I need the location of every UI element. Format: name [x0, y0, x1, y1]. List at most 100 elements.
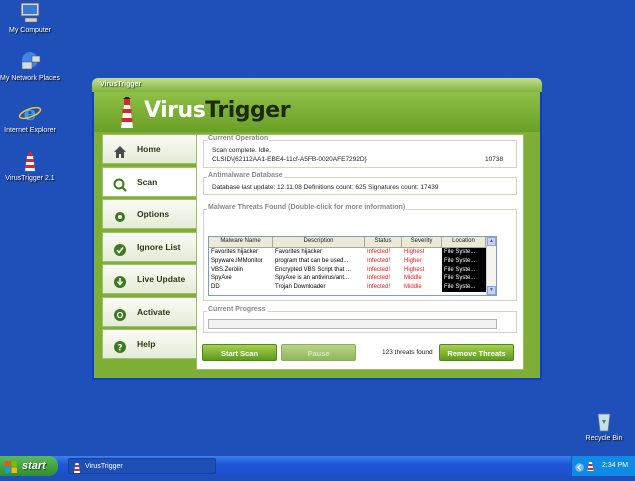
ie-icon: e: [18, 101, 42, 125]
taskbar-item-virustrigger[interactable]: VirusTrigger: [68, 458, 216, 474]
table-row[interactable]: Spyware.IMMonitor program that can be us…: [209, 256, 496, 266]
ignore-list-icon: [113, 240, 127, 256]
cell-malware-name: VBS.Zerolin: [211, 266, 244, 273]
sidebar-item-label: Scan: [137, 176, 158, 187]
current-operation-title: Current Operation: [207, 135, 270, 142]
operation-count: 10738: [485, 156, 504, 163]
network-icon: [18, 50, 42, 72]
cell-status: Infected!: [367, 275, 391, 282]
remove-threats-button[interactable]: Remove Threats: [439, 344, 514, 361]
desktop-icon-label: Internet Explorer: [4, 127, 56, 134]
app-logo: VirusTrigger: [144, 98, 291, 123]
scroll-up-icon[interactable]: ▲: [487, 237, 496, 246]
window-title[interactable]: VirusTrigger: [92, 78, 542, 92]
sidebar-item-live-update[interactable]: Live Update: [102, 264, 197, 294]
column-header-severity[interactable]: Severity: [402, 237, 442, 247]
column-header-malware-name[interactable]: Malware Name: [209, 237, 273, 247]
cell-severity: Middle: [404, 275, 422, 282]
svg-text:e: e: [24, 102, 37, 124]
cell-description: SpyAxe is an antivirus/ant...: [275, 275, 350, 282]
threats-found-count: 123 threats found: [382, 349, 433, 356]
desktop-icon-label: VirusTrigger 2.1: [5, 175, 55, 182]
threats-scrollbar[interactable]: ▲ ▼: [486, 237, 496, 295]
scan-progress-bar: [208, 319, 497, 329]
banner: VirusTrigger: [94, 92, 540, 132]
cell-location: File Syste...: [442, 248, 486, 257]
database-info: Database last update: 12.11.08 Definitio…: [212, 184, 439, 191]
lighthouse-tray-icon[interactable]: [586, 460, 595, 480]
logo-part-2: Trigger: [205, 98, 291, 123]
column-header-description[interactable]: Description: [273, 237, 365, 247]
home-icon: [113, 142, 127, 158]
cell-description: program that can be used...: [275, 257, 349, 264]
computer-icon: [18, 2, 42, 24]
sidebar-item-home[interactable]: Home: [102, 134, 197, 164]
database-title: Antimalware Database: [207, 172, 284, 179]
table-row[interactable]: SpyAxe SpyAxe is an antivirus/ant... Inf…: [209, 274, 496, 284]
desktop-icon-internet-explorer[interactable]: e Internet Explorer: [0, 101, 68, 135]
help-icon: ?: [113, 337, 127, 354]
window-body: VirusTrigger Home Scan Options Ignore Li…: [94, 92, 540, 378]
cell-status: Infected!: [367, 249, 391, 255]
threats-table-header: Malware Name Description Status Severity…: [209, 237, 496, 248]
lighthouse-icon: [72, 461, 82, 480]
cell-status: Infected!: [367, 266, 391, 273]
sidebar-item-label: Live Update: [137, 274, 186, 284]
cell-malware-name: Spyware.IMMonitor: [211, 257, 263, 264]
desktop-icon-recycle-bin[interactable]: Recycle Bin: [572, 410, 635, 443]
cell-description: Trojan Downloader: [275, 284, 326, 291]
desktop-icon-label: Recycle Bin: [585, 435, 623, 442]
live-update-icon: [113, 272, 127, 288]
cell-severity: Highest: [404, 266, 425, 273]
cell-location: File Syste...: [442, 283, 486, 292]
desktop-icon-my-network-places[interactable]: My Network Places: [0, 50, 68, 83]
desktop-icon-label: My Computer: [8, 27, 51, 34]
column-header-location[interactable]: Location: [442, 237, 486, 247]
sidebar-item-label: Ignore List: [137, 241, 181, 252]
taskbar-item-label: VirusTrigger: [85, 463, 123, 470]
column-header-status[interactable]: Status: [365, 237, 402, 247]
recycle-bin-icon: [592, 410, 616, 432]
sidebar-item-label: Home: [137, 144, 161, 154]
cell-status: Infected!: [367, 257, 391, 264]
start-label: start: [22, 460, 46, 472]
taskbar: start VirusTrigger 2:34 PM: [0, 456, 635, 476]
sidebar-item-help[interactable]: ? Help: [102, 329, 197, 359]
start-scan-button[interactable]: Start Scan: [202, 344, 277, 361]
sidebar-item-label: Help: [137, 339, 156, 349]
app-window: VirusTrigger VirusTrigger Home Scan Opti…: [92, 78, 542, 380]
cell-description: Favorites hijacker: [275, 249, 323, 255]
sidebar-item-scan[interactable]: Scan: [102, 166, 205, 197]
threats-table[interactable]: Malware Name Description Status Severity…: [208, 236, 497, 296]
table-row[interactable]: Favorites hijacker Favorites hijacker In…: [209, 248, 496, 257]
windows-flag-icon: [5, 460, 17, 473]
scroll-down-icon[interactable]: ▼: [487, 286, 496, 295]
cell-location: File Syste...: [442, 256, 486, 266]
threats-title: Malware Threats Found (Double-click for …: [207, 204, 407, 211]
cell-description: Encrypted VBS Script that ...: [275, 266, 352, 273]
desktop-icon-my-computer[interactable]: My Computer: [0, 2, 62, 35]
desktop-icon-label: My Network Places: [0, 75, 60, 82]
table-row[interactable]: DD Trojan Downloader Infected! Middle Fi…: [209, 283, 496, 292]
svg-text:?: ?: [117, 344, 122, 354]
clock[interactable]: 2:34 PM: [602, 456, 628, 476]
sidebar-item-activate[interactable]: Activate: [102, 296, 197, 327]
start-button[interactable]: start: [0, 456, 58, 476]
cell-malware-name: DD: [211, 284, 220, 291]
current-operation-group: Current Operation: [203, 135, 517, 168]
desktop-icon-virustrigger[interactable]: VirusTrigger 2.1: [0, 150, 68, 183]
tray-arrow-icon[interactable]: [575, 461, 584, 481]
pause-button[interactable]: Pause: [281, 344, 356, 361]
sidebar-item-options[interactable]: Options: [102, 199, 197, 229]
cell-severity: Highest: [404, 249, 425, 255]
system-tray: 2:34 PM: [571, 456, 635, 476]
scan-panel: Current Operation Scan complete. Idle. C…: [196, 134, 524, 370]
sidebar-item-ignore-list[interactable]: Ignore List: [102, 231, 197, 262]
cell-location: File Syste...: [442, 274, 486, 284]
cell-malware-name: SpyAxe: [211, 275, 232, 282]
table-row[interactable]: VBS.Zerolin Encrypted VBS Script that ..…: [209, 265, 496, 275]
sidebar-item-label: Options: [137, 209, 170, 219]
sidebar: Home Scan Options Ignore List Live Updat…: [102, 134, 205, 362]
operation-clsid: CLSID\{62112AA1-EBE4-11cf-A5FB-0020AFE72…: [212, 156, 367, 163]
cell-location: File Syste...: [442, 265, 486, 275]
